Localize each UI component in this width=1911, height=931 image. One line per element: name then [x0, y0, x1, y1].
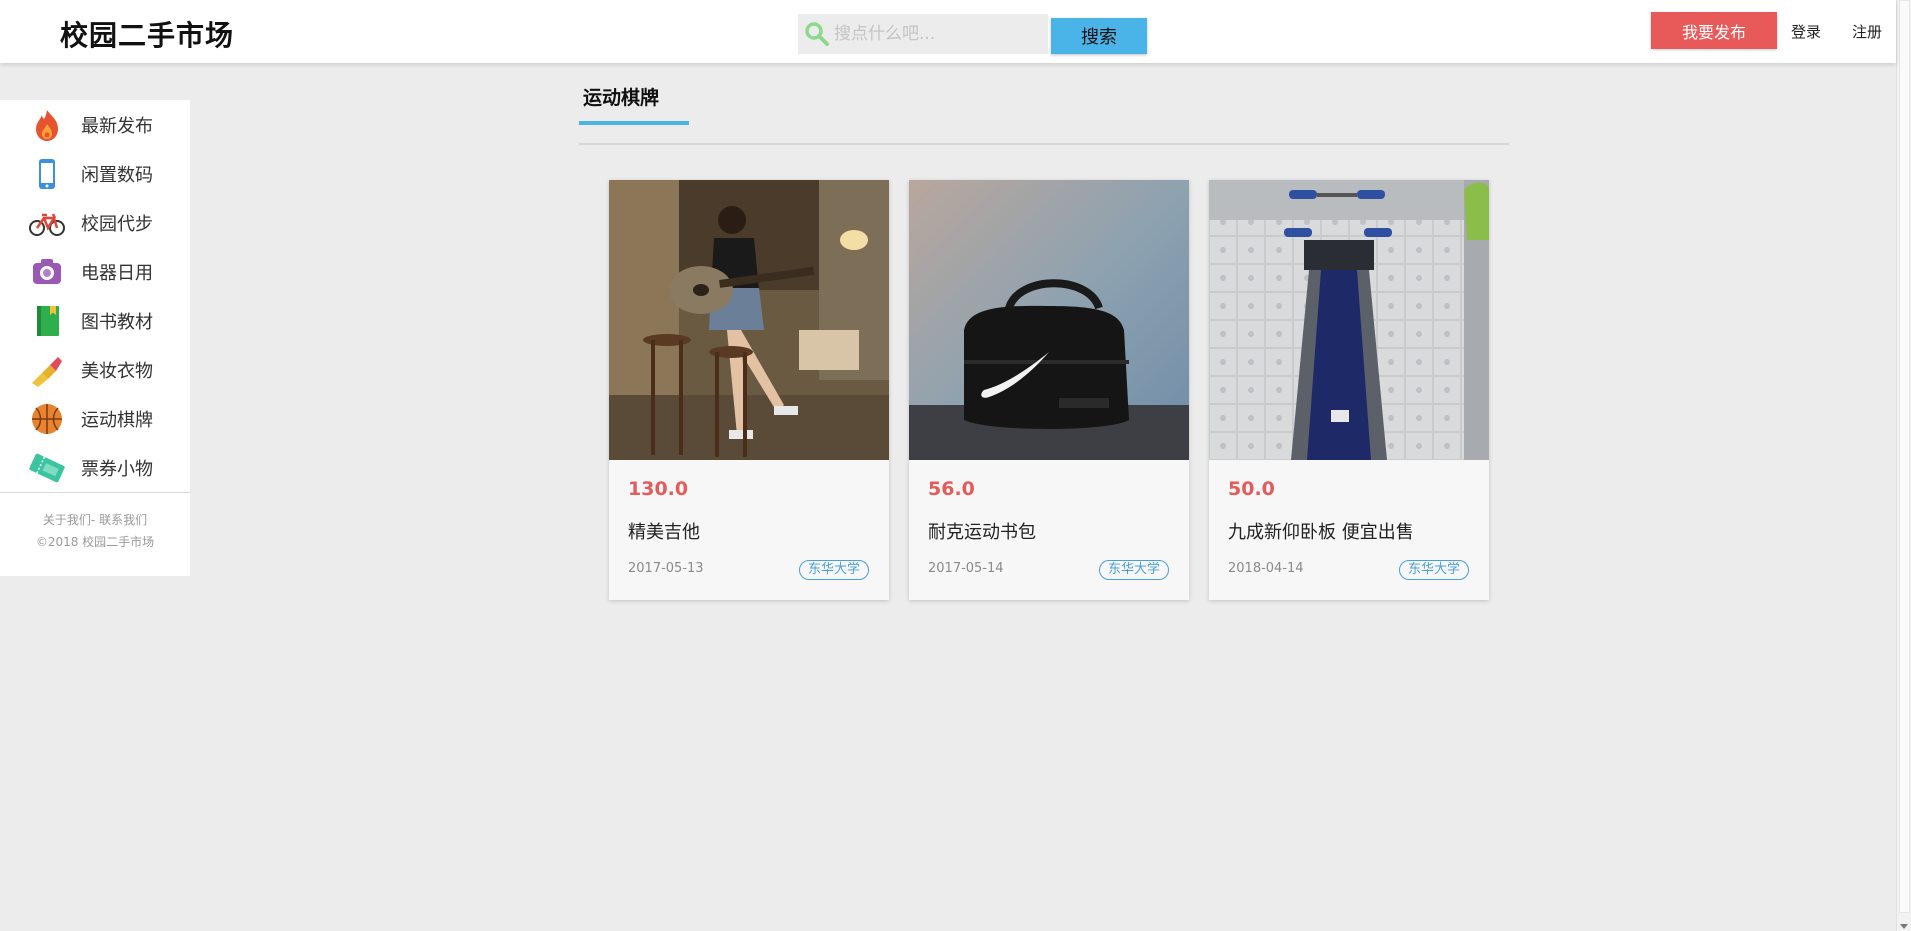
top-header: 校园二手市场 搜索 我要发布 登录 注册: [0, 0, 1896, 63]
phone-icon: [39, 159, 55, 189]
nike-bag-photo[interactable]: [909, 180, 1189, 460]
school-tag: 东华大学: [1398, 560, 1469, 580]
school-tag: 东华大学: [798, 560, 869, 580]
title-underline: [579, 121, 689, 125]
fire-icon: [36, 110, 58, 141]
sidebar-footer-links: 关于我们- 联系我们: [0, 511, 190, 528]
sidebar-item-books[interactable]: 图书教材: [0, 296, 190, 345]
sidebar-item-label: 闲置数码: [81, 165, 153, 186]
sidebar-item-label: 运动棋牌: [81, 410, 153, 431]
sidebar-item-label: 最新发布: [81, 116, 153, 137]
book-icon: [37, 306, 59, 336]
situp-bench-photo[interactable]: [1209, 180, 1489, 460]
ticket-icon: [29, 453, 65, 483]
copyright-text: ©2018 校园二手市场: [35, 535, 155, 549]
sidebar-item-appliances[interactable]: 电器日用: [0, 247, 190, 296]
search-icon: [805, 22, 829, 46]
product-card[interactable]: 130.0 精美吉他 2017-05-13 东华大学: [609, 180, 889, 600]
contact-link[interactable]: 联系我们: [99, 513, 147, 527]
scroll-down-arrow-icon[interactable]: [1900, 924, 1908, 929]
about-link[interactable]: 关于我们: [43, 513, 91, 527]
login-link[interactable]: 登录: [1791, 21, 1821, 42]
search-input[interactable]: [828, 14, 1043, 54]
product-card[interactable]: 56.0 耐克运动书包 2017-05-14 东华大学: [909, 180, 1189, 600]
sidebar-item-latest[interactable]: 最新发布: [0, 100, 190, 149]
sidebar-item-label: 图书教材: [81, 312, 153, 333]
sidebar-item-cosmetics[interactable]: 美妆衣物: [0, 345, 190, 394]
product-date: 2018-04-14: [1228, 561, 1304, 576]
guitar-girl-photo[interactable]: [609, 180, 889, 460]
search-box: [798, 14, 1048, 54]
site-logo[interactable]: 校园二手市场: [60, 14, 234, 54]
sidebar-item-digital[interactable]: 闲置数码: [0, 149, 190, 198]
bicycle-icon: [29, 213, 65, 236]
product-title[interactable]: 九成新仰卧板 便宜出售: [1228, 518, 1414, 544]
product-date: 2017-05-13: [628, 561, 704, 576]
search-button[interactable]: 搜索: [1051, 18, 1147, 54]
publish-button[interactable]: 我要发布: [1651, 12, 1777, 49]
product-price: 56.0: [928, 478, 975, 500]
camera-icon: [33, 259, 61, 284]
product-price: 50.0: [1228, 478, 1275, 500]
sidebar-item-label: 美妆衣物: [81, 361, 153, 382]
sidebar-item-transport[interactable]: 校园代步: [0, 198, 190, 247]
footer-separator: -: [90, 513, 100, 527]
product-card[interactable]: 50.0 九成新仰卧板 便宜出售 2018-04-14 东华大学: [1209, 180, 1489, 600]
sidebar-divider: [0, 492, 190, 493]
sidebar-item-label: 票券小物: [81, 459, 153, 480]
product-title[interactable]: 精美吉他: [628, 518, 700, 544]
category-sidebar: 最新发布 闲置数码 校园代步 电器日用 图书教材 美妆衣物 运动棋牌 票券小物 …: [0, 100, 190, 576]
basketball-icon: [32, 404, 62, 434]
page-scrollbar[interactable]: [1896, 0, 1911, 931]
school-tag: 东华大学: [1098, 560, 1169, 580]
product-title[interactable]: 耐克运动书包: [928, 518, 1036, 544]
product-price: 130.0: [628, 478, 689, 500]
sidebar-item-label: 电器日用: [81, 263, 153, 284]
page-title: 运动棋牌: [583, 87, 660, 109]
section-divider: [579, 143, 1509, 145]
register-link[interactable]: 注册: [1852, 21, 1882, 42]
sidebar-item-tickets[interactable]: 票券小物: [0, 443, 190, 492]
product-date: 2017-05-14: [928, 561, 1004, 576]
sidebar-item-label: 校园代步: [81, 214, 153, 235]
lipstick-icon: [32, 357, 62, 387]
scrollbar-thumb[interactable]: [1899, 0, 1910, 913]
sidebar-item-sports[interactable]: 运动棋牌: [0, 394, 190, 443]
